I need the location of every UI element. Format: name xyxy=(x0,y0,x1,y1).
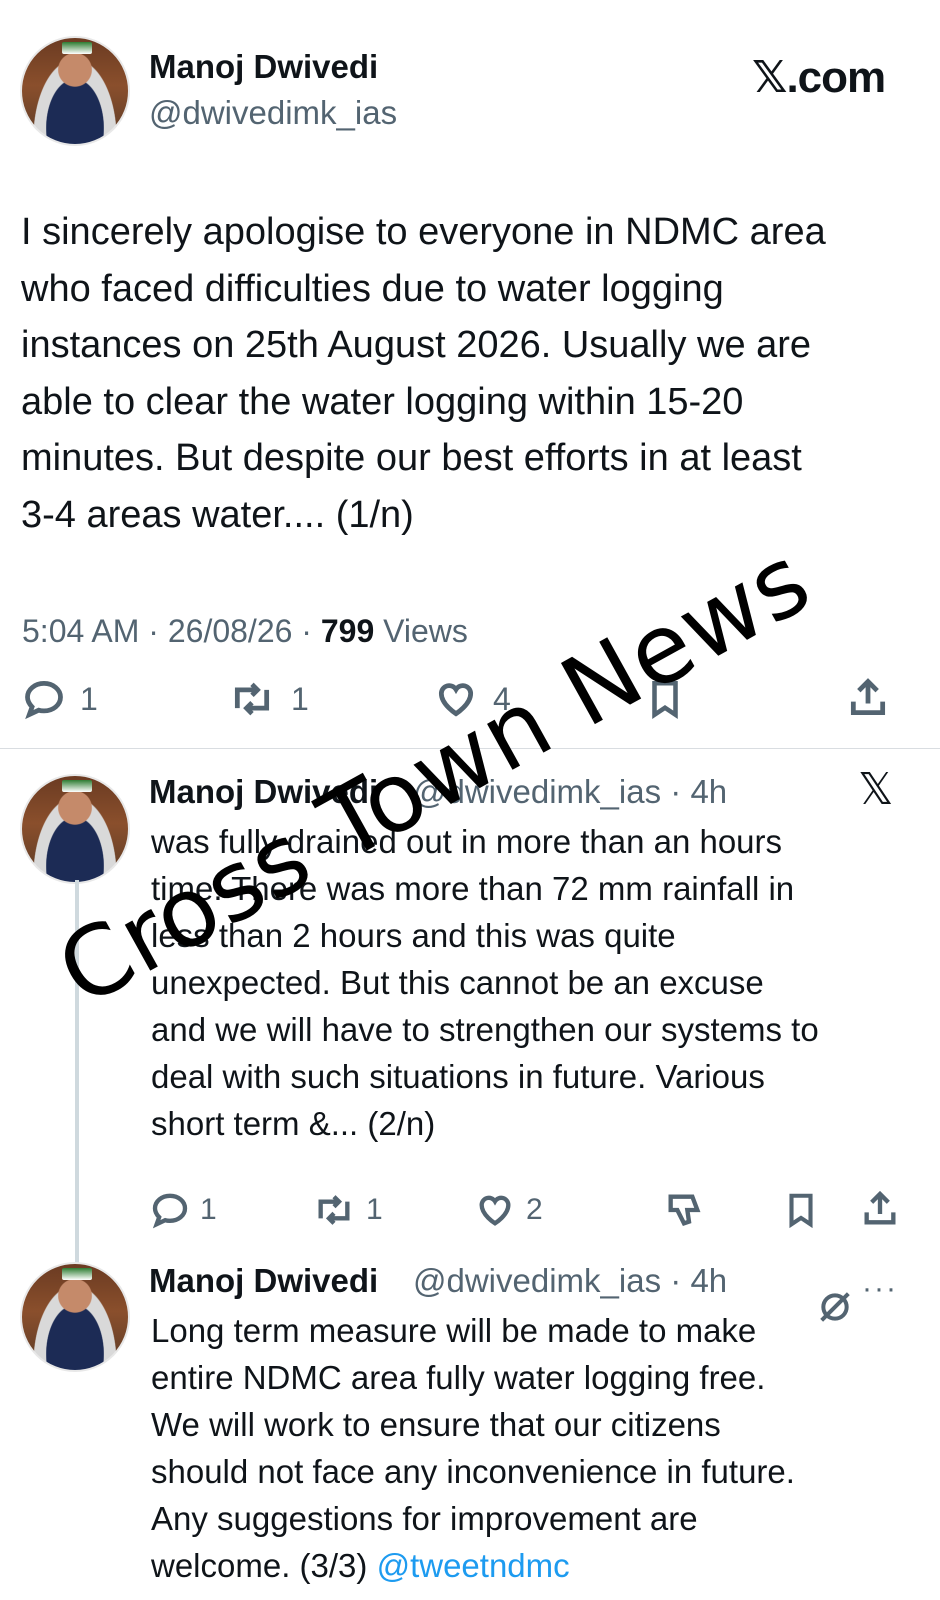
tweet-line: short term &... (2/n) xyxy=(151,1105,436,1142)
tweet-line: Any suggestions for improvement are xyxy=(151,1500,698,1537)
reply-button[interactable]: 1 xyxy=(150,1190,217,1230)
like-button[interactable]: 2 xyxy=(474,1190,543,1230)
tweet-text: Long term measure will be made to make e… xyxy=(151,1307,795,1589)
separator: · xyxy=(670,773,682,810)
avatar[interactable] xyxy=(20,36,130,146)
tweet-line: Long term measure will be made to make xyxy=(151,1312,757,1349)
author-name[interactable]: Manoj Dwivedi xyxy=(149,1262,378,1300)
x-logo-icon: 𝕏 xyxy=(858,765,894,814)
tweet-text: I sincerely apologise to everyone in NDM… xyxy=(21,204,826,543)
reply-icon xyxy=(25,681,63,720)
views-count: 799 xyxy=(320,613,375,649)
share-icon xyxy=(864,1190,896,1225)
reply-icon xyxy=(152,1193,188,1229)
share-button[interactable] xyxy=(846,675,890,721)
author-handle[interactable]: @dwivedimk_ias xyxy=(149,94,397,132)
dislike-button[interactable] xyxy=(664,1190,704,1230)
repost-button[interactable]: 1 xyxy=(227,677,309,721)
share-icon xyxy=(850,678,886,716)
bookmark-icon xyxy=(789,1193,813,1229)
repost-icon xyxy=(234,682,270,716)
tweet-line: I sincerely apologise to everyone in NDM… xyxy=(21,211,826,253)
reply-count: 1 xyxy=(200,1193,217,1226)
separator: · xyxy=(670,1262,682,1299)
tweet-date[interactable]: 26/08/26 xyxy=(168,613,293,649)
share-button[interactable] xyxy=(860,1188,900,1230)
avatar[interactable] xyxy=(20,774,130,884)
tweet-line: entire NDMC area fully water logging fre… xyxy=(151,1359,766,1396)
repost-count: 1 xyxy=(291,680,309,717)
author-name[interactable]: Manoj Dwivedi xyxy=(149,48,378,86)
handle-text[interactable]: @dwivedimk_ias xyxy=(413,1262,661,1299)
tweet-line: and we will have to strengthen our syste… xyxy=(151,1011,819,1048)
repost-button[interactable]: 1 xyxy=(312,1190,383,1230)
site-label: 𝕏.com xyxy=(752,53,886,102)
tweet-age[interactable]: 4h xyxy=(690,1262,727,1299)
repost-icon xyxy=(318,1195,350,1225)
tweet-line: able to clear the water logging within 1… xyxy=(21,380,744,423)
tweet-line: deal with such situations in future. Var… xyxy=(151,1058,765,1095)
avatar[interactable] xyxy=(20,1262,130,1372)
tweet-line: who faced difficulties due to water logg… xyxy=(21,267,724,310)
tweet-line-text: welcome. (3/3) xyxy=(151,1547,377,1584)
views-label: Views xyxy=(383,613,468,649)
tweet-line: 3-4 areas water.... (1/n) xyxy=(21,493,414,536)
like-icon xyxy=(479,1195,511,1226)
tweet-time[interactable]: 5:04 AM xyxy=(22,613,139,649)
tweet-age[interactable]: 4h xyxy=(690,773,727,810)
tweet-line: unexpected. But this cannot be an excuse xyxy=(151,964,764,1001)
tweet-line: instances on 25th August 2026. Usually w… xyxy=(21,324,812,366)
grok-icon[interactable] xyxy=(815,1287,855,1327)
tweet-line: welcome. (3/3) @tweetndmc xyxy=(151,1542,795,1589)
tweet-line: We will work to ensure that our citizens xyxy=(151,1406,721,1443)
bookmark-button[interactable] xyxy=(782,1190,820,1230)
reply-button[interactable]: 1 xyxy=(22,677,98,721)
mention-link[interactable]: @tweetndmc xyxy=(377,1547,570,1584)
tweet-line: should not face any inconvenience in fut… xyxy=(151,1453,795,1490)
tweet-line: minutes. But despite our best efforts in… xyxy=(21,437,802,479)
repost-count: 1 xyxy=(366,1193,383,1226)
author-handle: @dwivedimk_ias · 4h xyxy=(413,1262,727,1300)
separator: · xyxy=(148,613,159,649)
more-icon[interactable]: ··· xyxy=(862,1272,898,1306)
tweet-meta: 5:04 AM · 26/08/26 · 799 Views xyxy=(22,613,468,650)
dislike-icon xyxy=(668,1194,701,1226)
reply-count: 1 xyxy=(80,680,98,717)
like-count: 2 xyxy=(526,1193,543,1226)
separator: · xyxy=(301,613,312,649)
